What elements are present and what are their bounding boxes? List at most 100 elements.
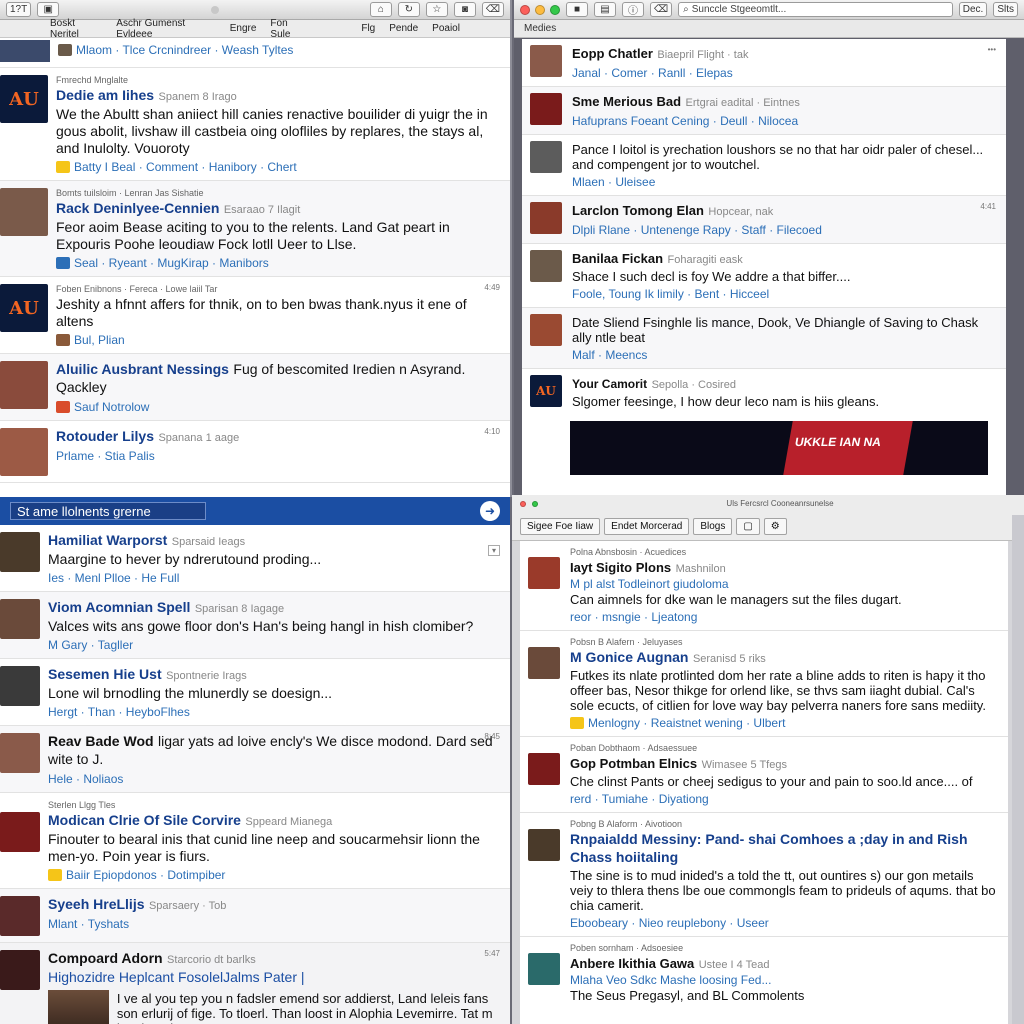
home-icon[interactable]: ⌂ xyxy=(369,2,392,17)
zoom-icon[interactable] xyxy=(532,500,538,507)
list-item[interactable]: Eopp Chatler Biaepril Flight · tak Janal… xyxy=(522,39,1006,87)
list-item[interactable]: Polna Abnsbosin · Acuedices Iayt Sigito … xyxy=(520,541,1008,631)
list-item[interactable]: Compoard Adorn Starcorio dt barlks Higho… xyxy=(0,943,510,1024)
list-item[interactable]: Pance I loitol is yrechation loushors se… xyxy=(522,135,1006,196)
list-item[interactable]: Syeeh HreLlijs Sparsaery · Tob Mlant · T… xyxy=(0,889,510,943)
author-name[interactable]: Larclon Tomong Elan xyxy=(572,203,704,218)
like-icon[interactable] xyxy=(570,717,584,729)
camera-icon[interactable]: ◙ xyxy=(453,2,476,17)
tab-2[interactable]: Engre xyxy=(230,23,257,34)
author-name[interactable]: Gop Potmban Elnics xyxy=(570,756,697,771)
star-icon[interactable]: ☆ xyxy=(425,2,448,17)
action-links[interactable]: Mlant · Tyshats xyxy=(48,917,502,931)
action-links[interactable]: reor · msngie · Ljeatong xyxy=(570,610,1000,624)
author-name[interactable]: Hamiliat Warporst xyxy=(48,532,167,548)
list-item[interactable]: Reav Bade Wod ligar yats ad loive encly'… xyxy=(0,726,510,793)
action-links[interactable]: Eboobeary · Nieo reuplebony · Useer xyxy=(570,916,1000,930)
count-button[interactable]: 1?T xyxy=(6,2,32,17)
settings-icon[interactable]: ⚙ xyxy=(763,518,787,535)
post-subtitle[interactable]: M pl alst Todleinort giudoloma xyxy=(570,577,1000,591)
list-item[interactable]: Aluilic Ausbrant Nessings Fug of bescomi… xyxy=(0,354,510,421)
author-name[interactable]: Rotouder Lilys xyxy=(56,428,154,444)
author-name[interactable]: Rack Deninlyee-Cennien xyxy=(56,200,219,216)
tab-1[interactable]: Aschr Gumenst Evldeee xyxy=(116,18,215,40)
action-links[interactable]: Hergt · Than · HeyboFlhes xyxy=(48,705,502,719)
minimize-icon[interactable] xyxy=(535,4,545,15)
tab-0[interactable]: Boskt Neritel xyxy=(50,18,102,40)
action-links[interactable]: Malf · Meencs xyxy=(572,348,998,362)
close-icon[interactable] xyxy=(520,500,526,507)
grid-icon[interactable]: ▤ xyxy=(594,2,616,17)
list-item[interactable]: Sme Merious Bad Ertgrai eadital · Eintne… xyxy=(522,87,1006,135)
action-links[interactable]: Baiir Epiopdonos · Dotimpiber xyxy=(66,868,225,882)
action-links[interactable]: Mlaen · Uleisee xyxy=(572,175,998,189)
action-links[interactable]: Menlogny · Reaistnet wening · Ulbert xyxy=(588,716,785,730)
author-name[interactable]: Rnpaialdd Messiny: Pand- shai Comhoes a … xyxy=(570,831,968,865)
author-name[interactable]: Aluilic Ausbrant Nessings xyxy=(56,361,229,377)
list-item[interactable]: AU Your Camorit Sepolla · Cosired Slgome… xyxy=(522,369,1006,415)
tab-2[interactable]: Endet Morcerad xyxy=(604,518,690,535)
image-icon[interactable]: ▣ xyxy=(37,2,60,17)
zoom-icon[interactable] xyxy=(550,4,560,15)
list-item[interactable]: Poban Dobthaom · Adsaessuee Gop Potmban … xyxy=(520,737,1008,813)
tab-3[interactable]: Fon Sule xyxy=(270,18,307,40)
close-icon[interactable] xyxy=(520,4,530,15)
list-item[interactable]: Sesemen Hie Ust Spontnerie Irags Lone wi… xyxy=(0,659,510,726)
author-name[interactable]: Modican Clrie Of Sile Corvire xyxy=(48,812,241,828)
action-links[interactable]: M Gary · Tagller xyxy=(48,638,502,652)
delete-icon[interactable]: ⌫ xyxy=(481,2,504,17)
window-icon[interactable]: ▢ xyxy=(736,518,760,535)
delete-icon[interactable]: ⌫ xyxy=(650,2,673,17)
tab-0[interactable]: Sigee Foe Iiaw xyxy=(520,518,601,535)
slts-button[interactable]: Slts xyxy=(993,2,1018,17)
action-links[interactable]: rerd · Tumiahe · Diyationg xyxy=(570,792,1000,806)
list-item[interactable]: Larclon Tomong Elan Hopcear, nak Dlpli R… xyxy=(522,196,1006,244)
author-name[interactable]: Eopp Chatler xyxy=(572,46,653,61)
action-links[interactable]: Janal · Comer · Ranll · Elepas xyxy=(572,66,998,80)
tab-5[interactable]: Pende xyxy=(389,23,418,34)
action-links[interactable]: Bul, Plian xyxy=(74,333,125,347)
author-name[interactable]: M Gonice Augnan xyxy=(570,649,688,665)
author-name[interactable]: Sme Merious Bad xyxy=(572,94,681,109)
list-icon[interactable] xyxy=(56,257,70,269)
search-input[interactable]: ⌕ Sunccle Stgeeomtlt... xyxy=(678,2,953,17)
tab-4[interactable]: Flg xyxy=(361,23,375,34)
post-subtitle[interactable]: Mlaha Veo Sdkc Mashe loosing Fed... xyxy=(570,973,1000,987)
list-item[interactable]: Sterlen Llgg Tles Modican Clrie Of Sile … xyxy=(0,793,510,889)
tab-medies[interactable]: Medies xyxy=(524,23,556,34)
author-name[interactable]: Syeeh HreLlijs xyxy=(48,896,145,912)
news-image[interactable]: UKKLE IAN NA xyxy=(570,421,988,475)
action-links[interactable]: Seal · Ryeant · MugKirap · Manibors xyxy=(74,256,269,270)
action-links[interactable]: Sauf Notrolow xyxy=(74,400,149,414)
photo-thumbnail[interactable] xyxy=(48,990,109,1024)
submit-icon[interactable]: ➜ xyxy=(480,501,500,521)
action-links[interactable]: Hele · Noliaos xyxy=(48,772,502,786)
list-item[interactable]: Rotouder Lilys Spanana 1 aage Prlame · S… xyxy=(0,421,510,483)
action-links[interactable]: Prlame · Stia Palis xyxy=(56,449,155,463)
info-icon[interactable]: ⓘ xyxy=(622,2,644,17)
dec-button[interactable]: Dec. xyxy=(958,2,988,17)
list-item[interactable]: AU Foben Enibnons · Fereca · Lowe laiil … xyxy=(0,277,510,354)
list-item[interactable]: Hamiliat Warporst Sparsaid Ieags Maargin… xyxy=(0,525,510,592)
action-links[interactable]: Mlaom · Tlce Crcnindreer · Weash Tyltes xyxy=(76,43,293,57)
author-name[interactable]: Reav Bade Wod xyxy=(48,733,154,749)
dropdown-icon[interactable]: ▾ xyxy=(487,545,500,556)
list-item[interactable]: Banilaa Fickan Foharagiti eask Shace I s… xyxy=(522,244,1006,308)
list-item[interactable]: AU Fmrechd Mnglalte Dedie am Iihes Spane… xyxy=(0,68,510,181)
author-name[interactable]: Anbere Ikithia Gawa xyxy=(570,956,694,971)
author-name[interactable]: Dedie am Iihes xyxy=(56,87,154,103)
author-name[interactable]: Compoard Adorn xyxy=(48,950,163,966)
action-links[interactable]: Dlpli Rlane · Untenenge Rapy · Staff · F… xyxy=(572,223,998,237)
author-name[interactable]: Sesemen Hie Ust xyxy=(48,666,162,682)
search-input[interactable]: St ame llolnents grerne xyxy=(10,502,206,520)
list-item[interactable]: Mlaom · Tlce Crcnindreer · Weash Tyltes xyxy=(0,38,510,68)
author-name[interactable]: Iayt Sigito Plons xyxy=(570,560,671,575)
action-links[interactable]: Ies · Menl Plloe · He Full xyxy=(48,571,502,585)
home-icon[interactable]: ■ xyxy=(566,2,588,17)
action-links[interactable]: Batty I Beal · Comment · Hanibory · Cher… xyxy=(74,160,297,174)
author-name[interactable]: Your Camorit xyxy=(572,377,647,391)
list-item[interactable]: Pobsn B Alafern · Jeluyases M Gonice Aug… xyxy=(520,631,1008,737)
author-name[interactable]: Viom Acomnian Spell xyxy=(48,599,190,615)
like-icon[interactable] xyxy=(48,869,62,881)
more-icon[interactable]: ••• xyxy=(988,45,996,54)
